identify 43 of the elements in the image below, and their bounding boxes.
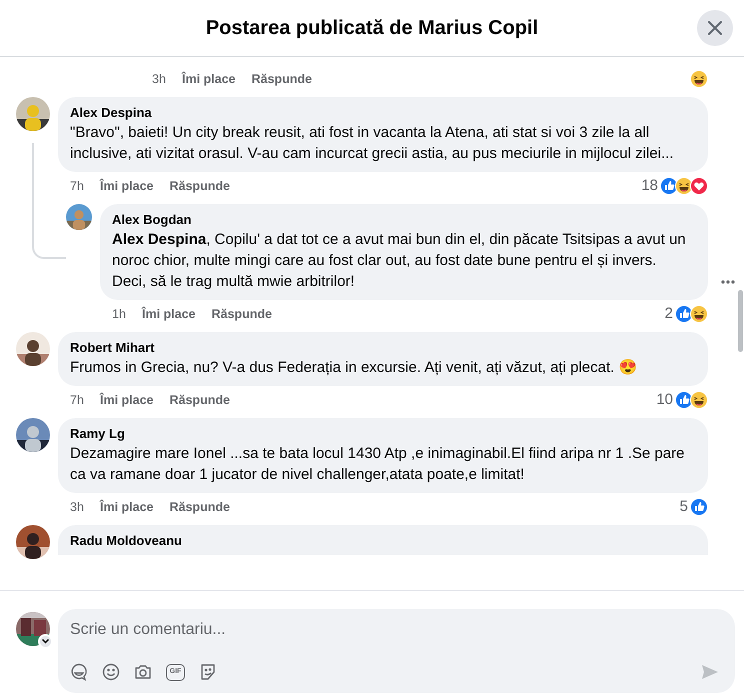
like-link[interactable]: Îmi place	[182, 70, 236, 88]
reply-link[interactable]: Răspunde	[170, 176, 230, 196]
emoji-icon[interactable]	[102, 663, 120, 681]
avatar-sticker-icon[interactable]	[70, 663, 88, 681]
author-name[interactable]: Robert Mihart	[70, 339, 696, 357]
comment-text: Frumos in Grecia, nu? V-a dus Federația in excursie. Ați venit, ați văzut, ați plecat. 😍	[70, 358, 639, 378]
timestamp[interactable]: 7h	[70, 176, 100, 196]
close-icon	[708, 21, 722, 35]
comment-text: "Bravo", baieti! Un city break reusit, ati fost in vacanta la Atena, ati stat si voi 3 zile la all inclusive, ati vizitat orasul. V-au cam incurcat grecii astia, au pus meciurile in mijlocul zilei...	[70, 123, 675, 164]
timestamp[interactable]: 1h	[112, 304, 142, 324]
reaction-count[interactable]: 10	[656, 388, 673, 412]
like-link[interactable]: Îmi place	[100, 176, 154, 196]
timestamp[interactable]: 7h	[70, 390, 100, 410]
author-name[interactable]: Alex Despina	[70, 104, 696, 122]
love-reaction-icon	[690, 177, 708, 195]
reply-link[interactable]: Răspunde	[212, 304, 272, 324]
camera-icon[interactable]	[134, 663, 152, 681]
haha-reaction-icon	[690, 305, 708, 323]
reply-link[interactable]: Răspunde	[170, 390, 230, 410]
like-link[interactable]: Îmi place	[100, 390, 154, 410]
haha-reaction-icon	[690, 391, 708, 409]
reaction-count[interactable]: 18	[641, 174, 658, 198]
timestamp[interactable]: 3h	[70, 498, 100, 516]
close-button[interactable]	[697, 10, 733, 46]
scrollbar[interactable]	[738, 290, 743, 352]
reaction-count[interactable]: 2	[664, 302, 673, 326]
reply-link[interactable]: Răspunde	[252, 70, 312, 88]
like-reaction-icon	[690, 498, 708, 516]
dialog-title: Postarea publicată de Marius Copil	[206, 16, 538, 41]
comment-text: Dezamagire mare Ionel ...sa te bata locul 1430 Atp ,e inimaginabil.El fiind aripa nr 1 .Se pare ca va ramane doar 1 jucator de nivel challenger,atata poate,e limitat!	[70, 444, 686, 485]
timestamp[interactable]: 3h	[152, 70, 182, 88]
like-link[interactable]: Îmi place	[100, 498, 154, 516]
author-name[interactable]: Alex Bogdan	[112, 211, 696, 229]
more-icon[interactable]	[721, 280, 735, 284]
like-link[interactable]: Îmi place	[142, 304, 196, 324]
chevron-icon	[42, 639, 49, 644]
sticker-icon[interactable]	[199, 663, 217, 681]
reaction-count[interactable]: 5	[680, 496, 688, 518]
comment-text: Alex Despina, Copilu' a dat tot ce a avut mai bun din el, din păcate Tsitsipas a avut un noroc chior, multe mingi care au fost clar out, au fost date bune pentru el și invers. Deci, să le trag multă mwie arbitrilor!	[112, 230, 687, 292]
reply-link[interactable]: Răspunde	[170, 498, 230, 516]
author-name[interactable]: Ramy Lg	[70, 425, 696, 443]
author-name[interactable]: Radu Moldoveanu	[70, 532, 696, 550]
haha-reaction-icon	[690, 70, 708, 88]
